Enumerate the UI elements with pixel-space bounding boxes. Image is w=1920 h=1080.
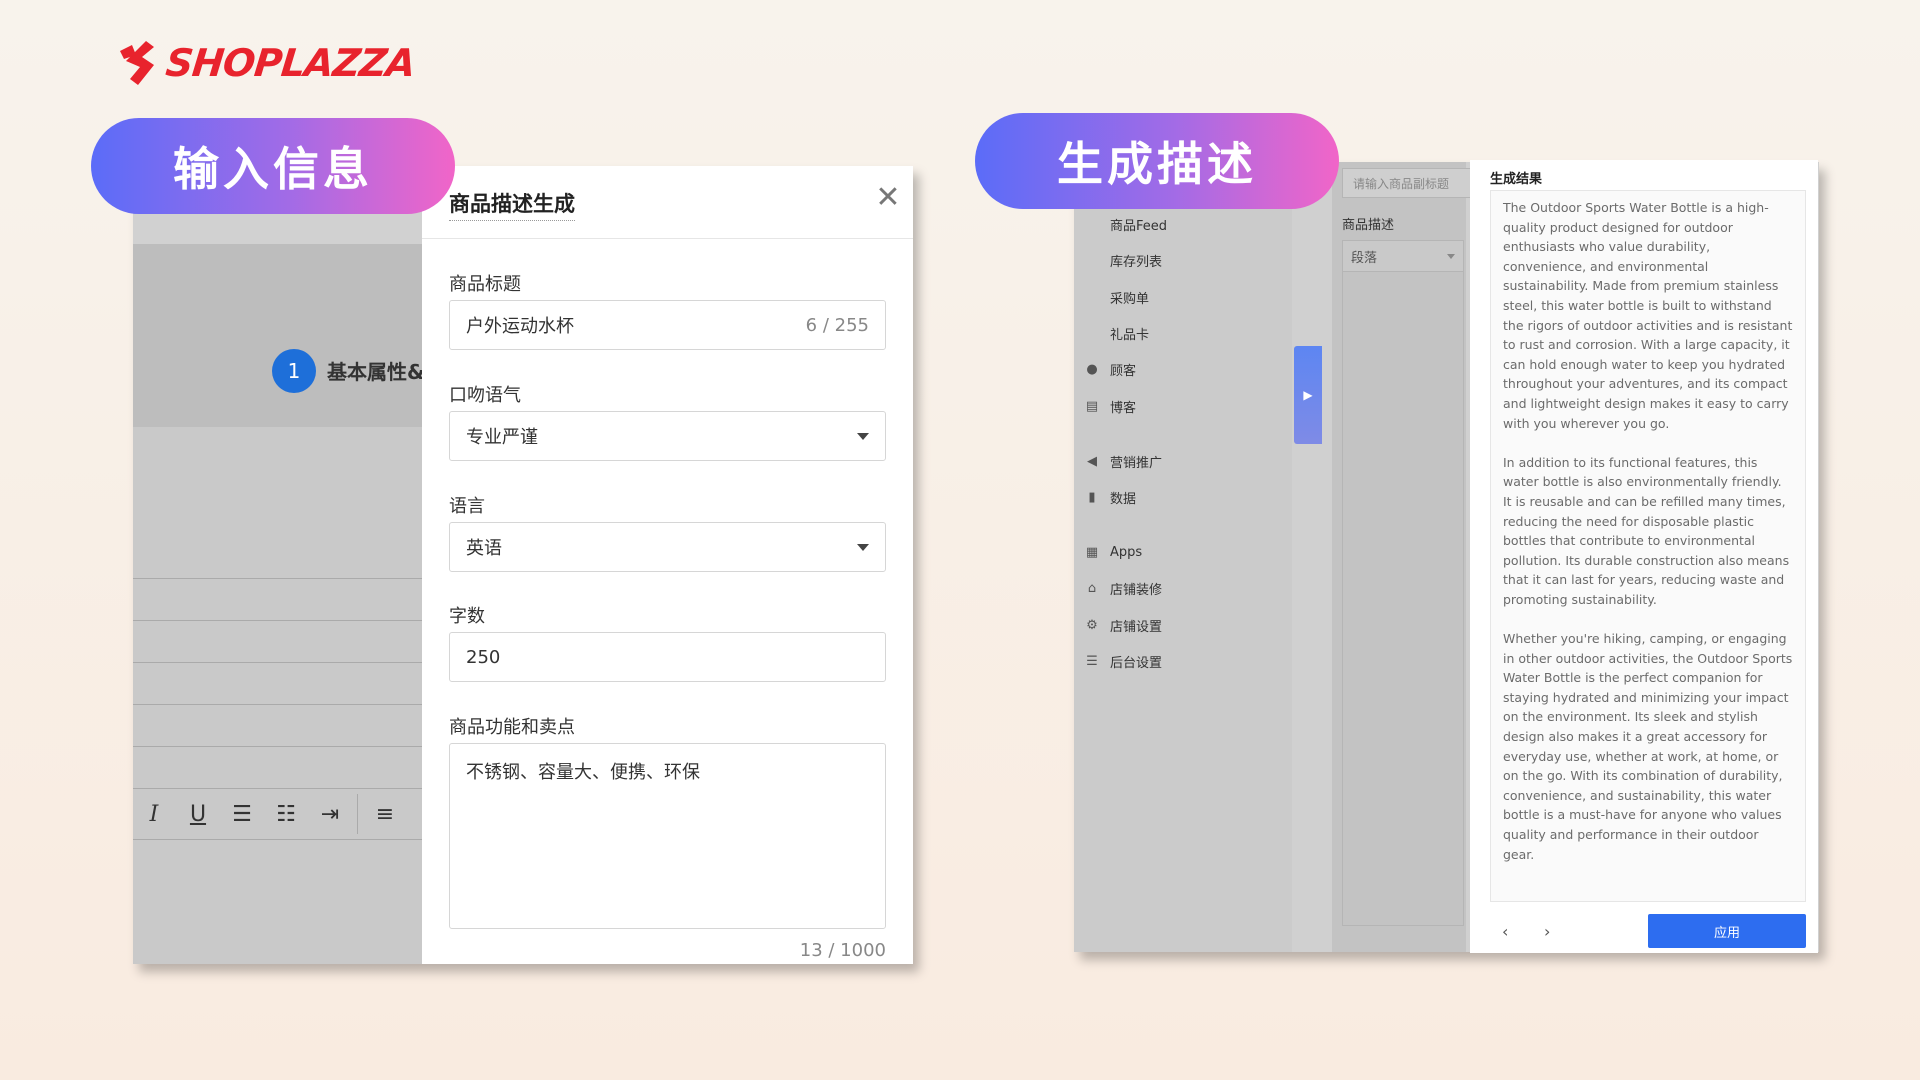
features-textarea[interactable]: 不锈钢、容量大、便携、环保 — [449, 743, 886, 929]
chevron-down-icon — [857, 432, 869, 440]
align-icon[interactable]: ≡ — [368, 802, 402, 827]
paragraph-select[interactable]: 段落 — [1342, 240, 1464, 272]
indent-icon[interactable]: ⇥ — [313, 802, 347, 827]
next-result-button[interactable]: › — [1544, 922, 1550, 941]
sidebar-item-label: 博客 — [1110, 400, 1137, 416]
underline-icon[interactable]: U — [181, 802, 215, 827]
step-section — [133, 244, 423, 427]
sidebar-item-customers[interactable]: ● 顾客 — [1074, 354, 1292, 384]
modal-title: 商品描述生成 — [449, 188, 575, 221]
sidebar-item-inventory[interactable]: 库存列表 — [1074, 245, 1292, 275]
generate-description-pill: 生成描述 — [975, 113, 1339, 209]
sidebar-item-label: 后台设置 — [1110, 655, 1163, 671]
store-icon: ⌂ — [1087, 580, 1097, 596]
tone-value: 专业严谨 — [466, 427, 538, 448]
sidebar-item-product-feed[interactable]: 商品Feed — [1074, 209, 1292, 239]
admin-sidebar: 商品Feed 库存列表 采购单 礼品卡 ● 顾客 ▤ 博客 ◀ 营销推广 ▮ 数据 ▦ A… — [1074, 162, 1292, 952]
sidebar-item-label: 店铺设置 — [1110, 619, 1163, 635]
product-title-input[interactable]: 户外运动水杯 6 / 255 — [449, 300, 886, 350]
divider — [133, 746, 423, 747]
features-char-counter: 13 / 1000 — [799, 940, 886, 961]
sidebar-item-apps[interactable]: ▦ Apps — [1074, 537, 1292, 567]
sidebar-item-label: 数据 — [1110, 491, 1137, 507]
divider — [133, 620, 423, 621]
features-label: 商品功能和卖点 — [449, 717, 575, 738]
sidebar-item-analytics[interactable]: ▮ 数据 — [1074, 482, 1292, 512]
word-count-input[interactable]: 250 — [449, 632, 886, 682]
expand-panel-tab[interactable]: ▶ — [1294, 346, 1322, 444]
gear-icon: ⚙ — [1086, 617, 1098, 633]
sidebar-item-admin-settings[interactable]: ☰ 后台设置 — [1074, 646, 1292, 676]
chevron-down-icon — [857, 543, 869, 551]
language-value: 英语 — [466, 538, 502, 559]
subtitle-input[interactable]: 请输入商品副标题 — [1342, 168, 1472, 198]
sidebar-item-purchase-orders[interactable]: 采购单 — [1074, 282, 1292, 312]
sidebar-item-label: 营销推广 — [1110, 455, 1163, 471]
user-icon: ● — [1086, 361, 1098, 377]
numbered-list-icon[interactable]: ☷ — [269, 802, 303, 827]
chevron-down-icon — [1447, 253, 1455, 259]
language-select[interactable]: 英语 — [449, 522, 886, 572]
sidebar-item-marketing[interactable]: ◀ 营销推广 — [1074, 446, 1292, 476]
toolbar-separator — [357, 794, 358, 834]
title-char-counter: 6 / 255 — [805, 314, 869, 336]
shoplazza-logo: SHOPLAZZA — [116, 38, 417, 88]
blog-icon: ▤ — [1085, 398, 1099, 414]
close-icon[interactable]: ✕ — [871, 180, 905, 215]
sidebar-item-label: 店铺装修 — [1110, 582, 1163, 598]
server-icon: ☰ — [1086, 653, 1098, 669]
sidebar-item-label: 商品Feed — [1110, 218, 1168, 234]
megaphone-icon: ◀ — [1087, 453, 1097, 469]
step-number-badge: 1 — [272, 349, 316, 393]
word-count-label: 字数 — [449, 606, 485, 627]
description-editor-column: 请输入商品副标题 商品描述 段落 — [1332, 162, 1472, 952]
sidebar-item-blog[interactable]: ▤ 博客 — [1074, 391, 1292, 421]
bullet-list-icon[interactable]: ☰ — [225, 802, 259, 827]
description-editor-area[interactable] — [1342, 272, 1464, 926]
product-title-value: 户外运动水杯 — [466, 316, 574, 337]
divider — [133, 704, 423, 705]
divider — [133, 662, 423, 663]
tone-select[interactable]: 专业严谨 — [449, 411, 886, 461]
bar-chart-icon: ▮ — [1088, 489, 1096, 505]
divider — [133, 578, 423, 579]
product-title-label: 商品标题 — [449, 274, 521, 295]
description-label: 商品描述 — [1342, 218, 1395, 233]
apply-button[interactable]: 应用 — [1648, 914, 1806, 948]
italic-icon[interactable]: I — [137, 802, 171, 827]
logo-text: SHOPLAZZA — [163, 41, 417, 85]
sidebar-item-store-design[interactable]: ⌂ 店铺装修 — [1074, 573, 1292, 603]
features-value: 不锈钢、容量大、便携、环保 — [466, 762, 700, 783]
tone-label: 口吻语气 — [449, 385, 521, 406]
rich-text-toolbar: I U ☰ ☷ ⇥ ≡ — [133, 788, 423, 840]
sidebar-item-label: 库存列表 — [1110, 254, 1163, 270]
sidebar-item-label: 采购单 — [1110, 291, 1150, 307]
prev-result-button[interactable]: ‹ — [1502, 922, 1508, 941]
result-text: The Outdoor Sports Water Bottle is a hig… — [1490, 190, 1806, 902]
apps-icon: ▦ — [1085, 544, 1099, 560]
result-title: 生成结果 — [1490, 172, 1543, 187]
modal-divider — [422, 238, 913, 239]
sidebar-item-label: 顾客 — [1110, 363, 1137, 379]
word-count-value: 250 — [466, 646, 501, 668]
input-info-pill: 输入信息 — [91, 118, 455, 214]
sidebar-item-gift-cards[interactable]: 礼品卡 — [1074, 318, 1292, 348]
language-label: 语言 — [449, 496, 485, 517]
sidebar-item-store-settings[interactable]: ⚙ 店铺设置 — [1074, 610, 1292, 640]
step-label: 基本属性& — [327, 360, 425, 384]
description-generator-modal: 商品描述生成 ✕ 商品标题 户外运动水杯 6 / 255 口吻语气 专业严谨 语… — [422, 166, 913, 964]
logo-mark-icon — [120, 41, 154, 85]
sidebar-item-label: Apps — [1110, 544, 1143, 560]
chevron-right-icon: ▶ — [1303, 388, 1313, 402]
sidebar-item-label: 礼品卡 — [1110, 327, 1150, 343]
paragraph-value: 段落 — [1351, 250, 1378, 266]
generation-result-panel: 生成结果 The Outdoor Sports Water Bottle is … — [1470, 160, 1818, 953]
